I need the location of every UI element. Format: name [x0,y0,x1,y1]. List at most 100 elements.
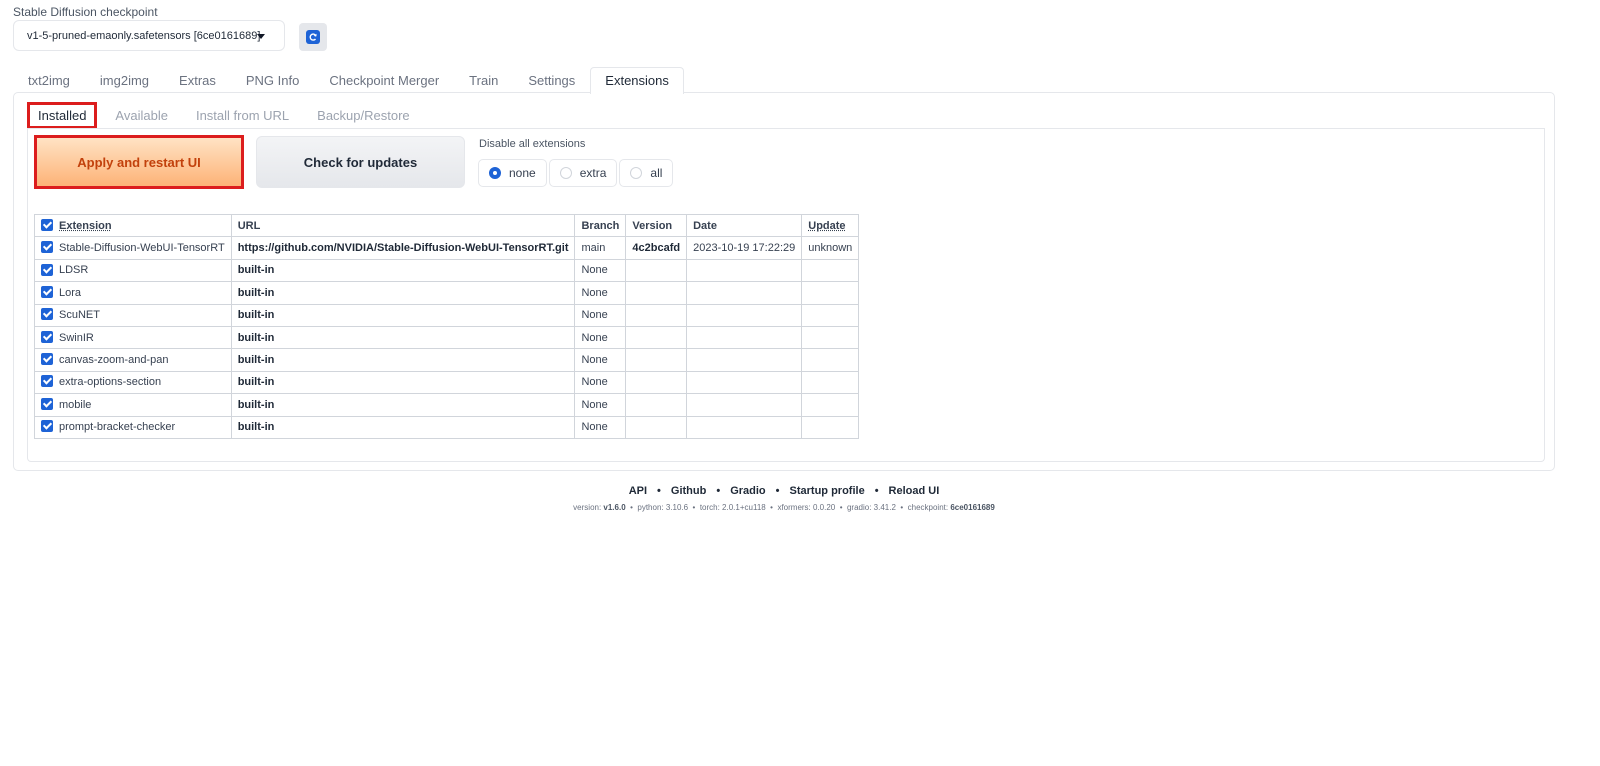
extension-sub-tabs: Installed Available Install from URL Bac… [27,102,424,129]
extension-name: Lora [59,286,82,299]
subtab-available[interactable]: Available [101,102,182,129]
update-cell: unknown [801,236,860,260]
checkbox-checked-icon[interactable] [41,330,53,343]
date-cell [686,393,803,417]
footer-link-gradio[interactable]: Gradio [730,485,765,497]
checkpoint-dropdown[interactable]: v1-5-pruned-emaonly.safetensors [6ce0161… [13,20,285,51]
extensions-table: Extension URL Branch Version Date Update… [34,213,860,439]
update-cell [801,303,860,327]
version-cell [625,258,688,283]
header-date: Date [686,213,803,238]
checkbox-checked-icon[interactable] [41,263,53,276]
radio-unchecked-icon [630,167,643,179]
radio-label-all: all [650,166,663,180]
gradio-label: gradio: [846,503,874,512]
url-cell: built-in [230,393,576,417]
tab-settings[interactable]: Settings [513,67,590,93]
version-value: v1.6.0 [603,503,626,512]
date-cell [686,348,803,372]
checkbox-checked-icon[interactable] [41,285,53,298]
checkbox-checked-icon[interactable] [41,375,53,388]
python-value: 3.10.6 [665,503,689,512]
tab-png-info[interactable]: PNG Info [231,67,314,93]
update-cell [801,348,860,372]
tab-txt2img[interactable]: txt2img [13,67,85,93]
table-row: SwinIR built-in None [34,325,860,350]
header-version: Version [625,213,688,238]
extension-cell: prompt-bracket-checker [34,415,232,439]
footer-separator: • [630,503,633,512]
url-cell: built-in [230,281,576,305]
checkbox-checked-icon[interactable] [41,241,53,254]
url-cell: built-in [230,370,576,395]
table-row: extra-options-section built-in None [34,370,860,395]
footer-link-api[interactable]: API [629,485,647,497]
extension-name: Stable-Diffusion-WebUI-TensorRT [59,242,225,255]
date-cell [686,370,803,395]
checkbox-checked-icon[interactable] [41,420,53,433]
branch-cell: None [574,348,627,372]
version-cell [625,281,688,305]
refresh-checkpoint-button[interactable] [299,23,327,51]
table-row: Stable-Diffusion-WebUI-TensorRT https://… [34,236,860,260]
chevron-down-icon [257,34,265,39]
checkbox-checked-icon[interactable] [41,397,53,410]
torch-value: 2.0.1+cu118 [722,503,766,512]
footer-link-reload-ui[interactable]: Reload UI [889,485,940,497]
checkbox-checked-icon[interactable] [41,308,53,321]
tab-img2img[interactable]: img2img [85,67,164,93]
update-cell [801,258,860,283]
url-cell: built-in [230,303,576,327]
extension-cell: extra-options-section [34,370,232,395]
checkpoint-label-footer: checkpoint: [907,503,951,512]
branch-cell: None [574,325,627,350]
gradio-value: 3.41.2 [873,503,896,512]
footer-links: API • Github • Gradio • Startup profile • Reload… [0,485,1568,497]
tab-extras[interactable]: Extras [164,67,231,93]
version-cell [625,303,688,327]
radio-none[interactable]: none [478,159,547,187]
apply-and-restart-button[interactable]: Apply and restart UI [34,135,244,189]
table-row: ScuNET built-in None [34,303,860,327]
version-cell [625,325,688,350]
tab-extensions[interactable]: Extensions [590,67,684,94]
radio-extra[interactable]: extra [548,159,618,187]
disable-extensions-radio-group: none extra all [478,159,674,187]
header-extension-label: Extension [59,219,112,232]
url-cell: built-in [230,325,576,350]
branch-cell: None [574,393,627,417]
checkbox-checked-icon[interactable] [41,218,53,231]
extension-cell: ScuNET [34,303,232,327]
extension-name: extra-options-section [59,376,162,389]
table-row: canvas-zoom-and-pan built-in None [34,348,860,372]
radio-all[interactable]: all [619,159,674,187]
table-row: mobile built-in None [34,393,860,417]
version-label: version: [573,503,604,512]
subtab-install-from-url[interactable]: Install from URL [182,102,303,129]
radio-checked-icon [489,167,501,179]
header-url: URL [230,213,576,238]
extension-cell: Lora [34,281,232,305]
header-update: Update [801,213,860,238]
update-cell [801,281,860,305]
refresh-icon [306,30,320,44]
version-cell: 4c2bcafd [625,236,688,260]
checkbox-checked-icon[interactable] [41,353,53,366]
tab-checkpoint-merger[interactable]: Checkpoint Merger [314,67,454,93]
footer-link-github[interactable]: Github [671,485,706,497]
footer-link-startup-profile[interactable]: Startup profile [790,485,865,497]
subtab-backup-restore[interactable]: Backup/Restore [303,102,424,129]
tab-train[interactable]: Train [454,67,513,93]
footer-separator: • [657,485,661,497]
extension-cell: canvas-zoom-and-pan [34,348,232,372]
branch-cell: None [574,258,627,283]
extension-name: prompt-bracket-checker [59,421,176,434]
version-cell [625,415,688,439]
date-cell [686,303,803,327]
check-for-updates-button[interactable]: Check for updates [256,136,465,188]
footer-versions: version: v1.6.0 • python: 3.10.6 • torch… [0,503,1568,512]
subtab-installed[interactable]: Installed [27,102,98,129]
checkpoint-value: v1-5-pruned-emaonly.safetensors [6ce0161… [27,29,261,42]
update-cell [801,415,860,439]
extension-cell: Stable-Diffusion-WebUI-TensorRT [34,236,232,260]
